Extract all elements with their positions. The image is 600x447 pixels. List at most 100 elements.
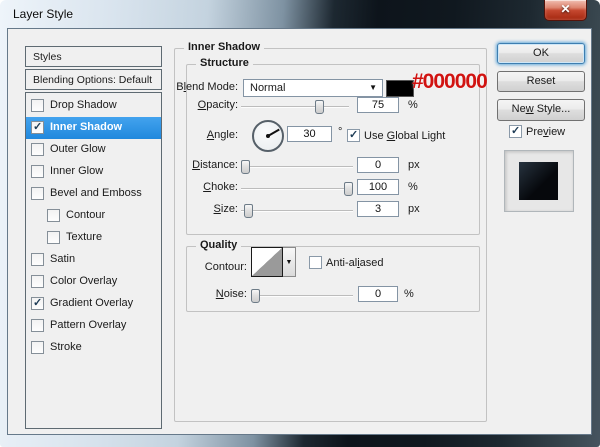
reset-button[interactable]: Reset xyxy=(497,71,585,92)
blend-mode-label: Blend Mode: xyxy=(158,81,238,93)
sidebar-style-item[interactable]: Stroke xyxy=(26,337,161,359)
style-enabled-checkbox[interactable] xyxy=(31,143,44,156)
distance-slider[interactable] xyxy=(241,160,353,174)
choke-input[interactable] xyxy=(357,179,399,195)
sidebar-item-label: Satin xyxy=(50,253,75,265)
blending-options-item[interactable]: Blending Options: Default xyxy=(25,69,162,90)
blend-mode-value: Normal xyxy=(250,82,285,94)
sidebar-item-label: Inner Glow xyxy=(50,165,103,177)
angle-input[interactable] xyxy=(287,126,332,142)
use-global-light-checkbox[interactable] xyxy=(347,129,360,142)
style-enabled-checkbox[interactable] xyxy=(31,187,44,200)
slider-track xyxy=(251,295,353,297)
styles-list: Drop Shadow Inner Shadow Outer Glow Inne… xyxy=(25,92,162,429)
sidebar-item-label: Gradient Overlay xyxy=(50,297,133,309)
slider-track xyxy=(241,210,353,212)
noise-unit: % xyxy=(404,288,414,300)
quality-title: Quality xyxy=(196,239,241,251)
sidebar-item-label: Color Overlay xyxy=(50,275,117,287)
slider-thumb[interactable] xyxy=(244,204,253,218)
slider-thumb[interactable] xyxy=(315,100,324,114)
sidebar-style-item[interactable]: Outer Glow xyxy=(26,139,161,161)
styles-header-label: Styles xyxy=(26,47,161,63)
style-enabled-checkbox[interactable] xyxy=(31,253,44,266)
angle-center-dot xyxy=(266,134,270,138)
noise-input[interactable] xyxy=(358,286,398,302)
style-preview-box xyxy=(504,150,574,212)
chevron-down-icon: ▼ xyxy=(369,83,377,92)
sidebar-item-label: Inner Shadow xyxy=(50,121,122,133)
style-enabled-checkbox[interactable] xyxy=(31,165,44,178)
style-enabled-checkbox[interactable] xyxy=(31,319,44,332)
sidebar-style-item[interactable]: Texture xyxy=(26,227,161,249)
angle-unit: ° xyxy=(338,126,342,138)
style-enabled-checkbox[interactable] xyxy=(47,209,60,222)
sidebar-style-item[interactable]: Inner Shadow xyxy=(26,117,161,139)
window-title: Layer Style xyxy=(13,7,73,21)
sidebar-style-item[interactable]: Bevel and Emboss xyxy=(26,183,161,205)
slider-thumb[interactable] xyxy=(344,182,353,196)
slider-track xyxy=(241,106,349,108)
sidebar-style-item[interactable]: Contour xyxy=(26,205,161,227)
sidebar-item-label: Texture xyxy=(66,231,102,243)
slider-track xyxy=(241,188,353,190)
sidebar-style-item[interactable]: Satin xyxy=(26,249,161,271)
sidebar-style-item[interactable]: Inner Glow xyxy=(26,161,161,183)
sidebar-style-item[interactable]: Color Overlay xyxy=(26,271,161,293)
sidebar-style-item[interactable]: Drop Shadow xyxy=(26,95,161,117)
sidebar-style-item[interactable]: Gradient Overlay xyxy=(26,293,161,315)
anti-aliased-label: Anti-aliased xyxy=(326,257,384,269)
structure-title: Structure xyxy=(196,57,253,69)
styles-header[interactable]: Styles xyxy=(25,46,162,67)
slider-thumb[interactable] xyxy=(251,289,260,303)
distance-input[interactable] xyxy=(357,157,399,173)
preview-checkbox[interactable] xyxy=(509,125,522,138)
new-style-button[interactable]: New Style... xyxy=(497,99,585,121)
blend-mode-select[interactable]: Normal ▼ xyxy=(243,79,383,97)
close-icon: ✕ xyxy=(560,2,570,16)
titlebar[interactable]: Layer Style xyxy=(0,0,600,28)
contour-picker[interactable] xyxy=(251,247,283,277)
sidebar-style-item[interactable]: Pattern Overlay xyxy=(26,315,161,337)
size-input[interactable] xyxy=(357,201,399,217)
blending-options-label: Blending Options: Default xyxy=(26,70,161,86)
sidebar-item-label: Contour xyxy=(66,209,105,221)
use-global-light-label: Use Global Light xyxy=(364,130,445,142)
slider-thumb[interactable] xyxy=(241,160,250,174)
sidebar-item-label: Pattern Overlay xyxy=(50,319,126,331)
shadow-color-swatch[interactable] xyxy=(386,80,414,97)
opacity-label: Opacity: xyxy=(158,99,238,111)
style-enabled-checkbox[interactable] xyxy=(31,297,44,310)
style-enabled-checkbox[interactable] xyxy=(31,275,44,288)
style-preview-swatch xyxy=(519,162,558,200)
opacity-input[interactable] xyxy=(357,97,399,113)
contour-label: Contour: xyxy=(167,261,247,273)
layer-style-dialog: Layer Style ✕ Styles Blending Options: D… xyxy=(0,0,600,447)
style-enabled-checkbox[interactable] xyxy=(31,121,44,134)
sidebar-item-label: Stroke xyxy=(50,341,82,353)
sidebar-item-label: Outer Glow xyxy=(50,143,106,155)
angle-dial[interactable] xyxy=(252,120,284,152)
ok-button[interactable]: OK xyxy=(497,43,585,64)
close-button[interactable]: ✕ xyxy=(544,0,587,21)
opacity-unit: % xyxy=(408,99,418,111)
contour-dropdown-button[interactable]: ▼ xyxy=(283,247,296,277)
anti-aliased-checkbox[interactable] xyxy=(309,256,322,269)
slider-track xyxy=(241,166,353,168)
size-label: Size: xyxy=(158,203,238,215)
style-enabled-checkbox[interactable] xyxy=(31,341,44,354)
sidebar-item-label: Drop Shadow xyxy=(50,99,117,111)
choke-unit: % xyxy=(408,181,418,193)
style-enabled-checkbox[interactable] xyxy=(31,99,44,112)
chevron-down-icon: ▼ xyxy=(286,259,293,266)
opacity-slider[interactable] xyxy=(241,100,349,114)
distance-label: Distance: xyxy=(158,159,238,171)
choke-slider[interactable] xyxy=(241,182,353,196)
noise-slider[interactable] xyxy=(251,289,353,303)
size-unit: px xyxy=(408,203,420,215)
style-enabled-checkbox[interactable] xyxy=(47,231,60,244)
inner-shadow-title: Inner Shadow xyxy=(184,41,264,53)
noise-label: Noise: xyxy=(167,288,247,300)
size-slider[interactable] xyxy=(241,204,353,218)
preview-label: Preview xyxy=(526,126,565,138)
